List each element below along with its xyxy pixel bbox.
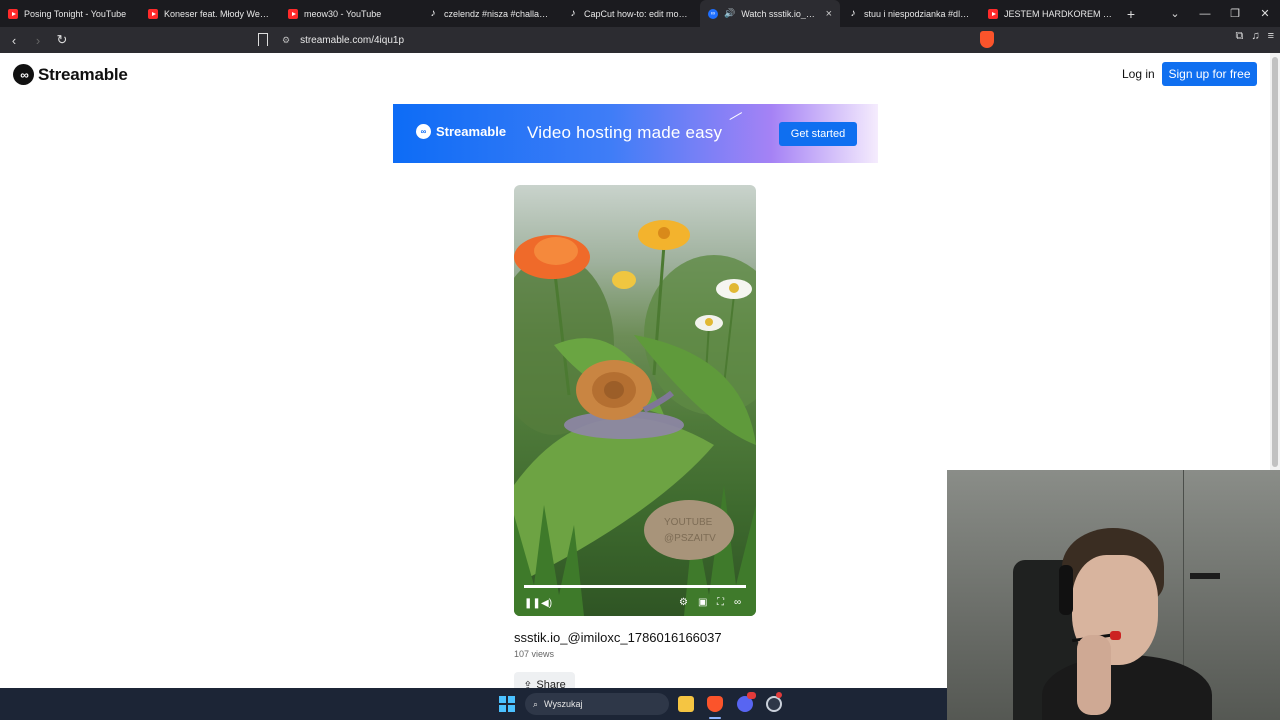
sparkle-icon <box>729 112 747 128</box>
watermark-line-1: YOUTUBE <box>664 517 713 528</box>
tab[interactable]: ♪ stuu i niespodzianka #dlacieb <box>840 0 980 27</box>
person-hand <box>1077 635 1111 715</box>
brave-browser-icon[interactable] <box>707 696 723 712</box>
video-controls: ❚❚ ◀) ⚙ ▣ ⛶ ∞ <box>514 591 756 616</box>
tab-list-chevron-icon[interactable]: ⌄ <box>1160 7 1190 20</box>
video-progress-bar[interactable] <box>524 585 746 588</box>
share-label: Share <box>536 679 566 688</box>
promo-banner[interactable]: ∞ Streamable Video hosting made easy Get… <box>393 104 878 163</box>
tab[interactable]: JESTEM HARDKOREM TWARZ <box>980 0 1120 27</box>
active-app-indicator <box>709 717 721 719</box>
tab-title: Koneser feat. Młody West - M <box>164 8 272 19</box>
tab-active[interactable]: ∞ 🔊 Watch ssstik.io_@imilo × <box>700 0 840 27</box>
search-icon: ⌕ <box>533 698 539 709</box>
site-info-icon[interactable]: ⚙ <box>282 35 290 46</box>
taskbar-search[interactable]: ⌕ Wyszukaj <box>525 693 669 715</box>
toolbar-right: ⧉ ♫ ≡ <box>1235 30 1274 43</box>
watermark-line-2: @PSZAITV <box>664 533 716 544</box>
notification-badge <box>747 692 756 699</box>
youtube-icon <box>148 8 158 19</box>
share-button[interactable]: ⇪ Share <box>514 672 575 688</box>
tab-title: stuu i niespodzianka #dlacieb <box>864 8 972 19</box>
bookmark-icon[interactable] <box>258 33 268 46</box>
speaker-icon[interactable]: 🔊 <box>724 8 735 19</box>
scrollbar-thumb[interactable] <box>1272 57 1278 467</box>
tiktok-icon: ♪ <box>850 8 856 19</box>
url-text: streamable.com/4iqu1p <box>300 34 405 46</box>
close-tab-icon[interactable]: × <box>826 8 832 20</box>
banner-brand: Streamable <box>436 124 507 139</box>
picture-in-picture-icon[interactable]: ▣ <box>698 597 707 608</box>
reload-icon[interactable]: ↻ <box>52 32 72 48</box>
youtube-icon <box>988 8 998 19</box>
tab[interactable]: ♪ CapCut how-to: edit mobile v <box>560 0 700 27</box>
streamable-logo[interactable]: ∞ Streamable <box>13 64 128 85</box>
streamable-logo-icon: ∞ <box>13 64 34 85</box>
login-link[interactable]: Log in <box>1122 67 1155 81</box>
tab-title: czelendz #nisza #challange | T <box>444 8 552 19</box>
browser-tab-strip: Posing Tonight - YouTube Koneser feat. M… <box>0 0 1280 27</box>
tab[interactable]: Posing Tonight - YouTube <box>0 0 140 27</box>
video-player[interactable]: YOUTUBE @PSZAITV ❚❚ ◀) ⚙ ▣ ⛶ ∞ <box>514 185 756 616</box>
youtube-icon <box>8 8 18 19</box>
tiktok-icon: ♪ <box>570 8 576 19</box>
back-icon[interactable]: ‹ <box>4 33 24 48</box>
video-title: ssstik.io_@imiloxc_1786016166037 <box>514 630 722 645</box>
windows-start-icon[interactable] <box>499 696 515 712</box>
streamable-logo-icon: ∞ <box>416 124 431 139</box>
tab[interactable]: Koneser feat. Młody West - M <box>140 0 280 27</box>
tab-title: JESTEM HARDKOREM TWARZ <box>1004 8 1112 19</box>
menu-icon[interactable]: ≡ <box>1268 30 1274 43</box>
browser-toolbar: ‹ › ↻ ⚙ streamable.com/4iqu1p ⧉ ♫ ≡ <box>0 27 1280 53</box>
settings-icon[interactable]: ⚙ <box>679 597 688 608</box>
streamable-icon: ∞ <box>708 8 718 19</box>
app-icon[interactable] <box>766 696 782 712</box>
share-icon: ⇪ <box>523 679 533 689</box>
extensions-icon[interactable]: ⧉ <box>1235 30 1243 43</box>
logo-text: Streamable <box>38 64 128 84</box>
search-placeholder: Wyszukaj <box>544 699 583 709</box>
tab[interactable]: ♪ czelendz #nisza #challange | T <box>420 0 560 27</box>
address-bar[interactable]: ⚙ streamable.com/4iqu1p <box>282 30 972 50</box>
get-started-button[interactable]: Get started <box>779 122 857 146</box>
streamable-logo-icon[interactable]: ∞ <box>734 597 741 608</box>
tab-title: CapCut how-to: edit mobile v <box>584 8 692 19</box>
media-icon[interactable]: ♫ <box>1251 30 1259 43</box>
brave-shield-icon[interactable] <box>980 31 994 48</box>
wall-lamp <box>1190 573 1220 579</box>
banner-logo: ∞ Streamable <box>416 124 506 139</box>
view-count: 107 views <box>514 649 555 659</box>
new-tab-button[interactable]: + <box>1120 6 1142 22</box>
tiktok-icon: ♪ <box>430 8 436 19</box>
close-window-icon[interactable]: ✕ <box>1250 7 1280 20</box>
tab-title: Posing Tonight - YouTube <box>24 8 127 19</box>
video-frame: YOUTUBE @PSZAITV <box>514 220 756 616</box>
signup-button[interactable]: Sign up for free <box>1162 62 1257 86</box>
file-explorer-icon[interactable] <box>678 696 694 712</box>
fullscreen-icon[interactable]: ⛶ <box>717 597 724 608</box>
video-progress-fill <box>524 585 746 588</box>
tab[interactable]: meow30 - YouTube <box>280 0 420 27</box>
pause-icon[interactable]: ❚❚ <box>524 598 541 609</box>
webcam-overlay <box>947 470 1280 720</box>
tab-title: meow30 - YouTube <box>304 8 382 19</box>
banner-tagline: Video hosting made easy <box>527 123 723 142</box>
volume-icon[interactable]: ◀) <box>541 598 552 609</box>
forward-icon[interactable]: › <box>28 33 48 48</box>
youtube-icon <box>288 8 298 19</box>
notification-badge <box>776 692 782 698</box>
tab-title: Watch ssstik.io_@imilo <box>741 8 818 19</box>
headset <box>1059 565 1073 615</box>
minimize-icon[interactable]: — <box>1190 8 1220 20</box>
window-controls: ⌄ — ❐ ✕ <box>1160 0 1280 27</box>
restore-icon[interactable]: ❐ <box>1220 7 1250 20</box>
mic-tip <box>1110 631 1121 640</box>
